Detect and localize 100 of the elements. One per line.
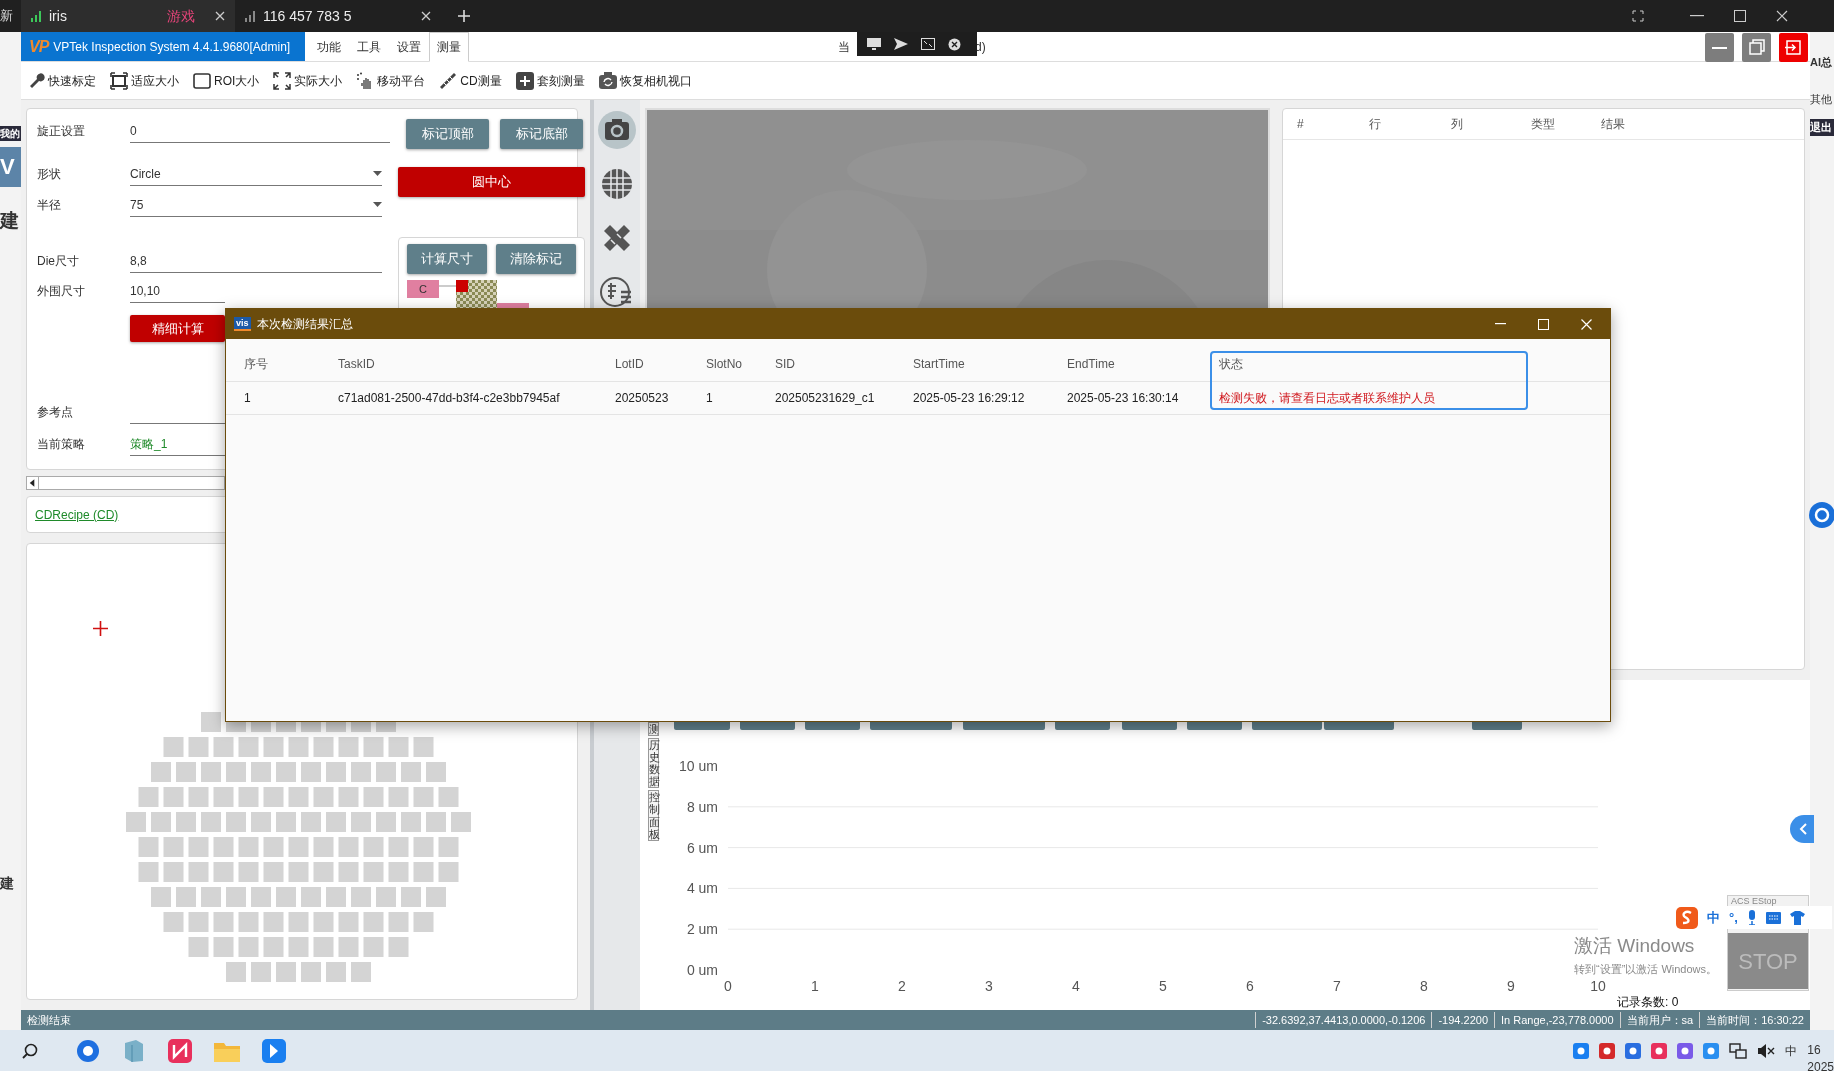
minimize-icon[interactable] — [1690, 15, 1704, 17]
status-text: 当前用户：sa — [1619, 1011, 1700, 1029]
table-cell: 1 — [688, 381, 757, 415]
toolbar-button[interactable]: 移动平台 — [356, 71, 426, 90]
column-header: 类型 — [1517, 109, 1587, 140]
field-label: 半径 — [37, 197, 62, 214]
ime-mode[interactable]: 中 — [1707, 907, 1720, 928]
column-header: 结果 — [1587, 109, 1804, 140]
expand-icon — [273, 71, 292, 90]
table-cell: 2025-05-23 16:29:12 — [895, 381, 1049, 415]
caret-icon — [373, 171, 382, 176]
column-header: EndTime — [1049, 347, 1201, 382]
input-field[interactable]: 0 — [130, 119, 390, 143]
dropdown-field[interactable]: 75 — [130, 193, 382, 217]
side-tab[interactable]: 历史数据 — [648, 738, 659, 789]
toolbar-button[interactable]: 快速标定 — [27, 71, 96, 90]
browser-tab[interactable]: iris 游戏 — [21, 0, 235, 32]
close-icon[interactable] — [215, 11, 225, 21]
clock[interactable]: 16 2025 — [1807, 1041, 1834, 1071]
ime-punct[interactable]: °, — [1729, 907, 1738, 928]
desktop-text: V — [0, 147, 21, 187]
muted-speaker-icon[interactable] — [1757, 1042, 1776, 1059]
minimize-button[interactable] — [1705, 33, 1734, 62]
column-header: TaskID — [320, 347, 597, 382]
dropdown-field[interactable]: Circle — [130, 162, 382, 186]
menu-tab[interactable]: 测量 — [429, 32, 469, 62]
minimize-icon[interactable] — [1495, 323, 1506, 325]
monitor-icon[interactable] — [867, 38, 881, 50]
menu-tab[interactable]: 设置 — [389, 32, 429, 62]
calc-button[interactable]: 精细计算 — [130, 315, 225, 342]
field-label: Die尺寸 — [37, 253, 80, 270]
toolbar-button[interactable]: 适应大小 — [110, 71, 179, 90]
book-icon[interactable] — [122, 1038, 146, 1063]
field-label: 形状 — [37, 166, 62, 183]
collapse-tab-icon[interactable] — [1790, 815, 1814, 843]
column-header: LotID — [597, 347, 688, 382]
toolbar-button[interactable]: ROI大小 — [193, 71, 260, 90]
app-icon[interactable] — [262, 1038, 286, 1063]
toolbar-button[interactable]: 套刻测量 — [515, 71, 585, 90]
axis-label: 0 — [724, 978, 732, 994]
tray-app-icon[interactable] — [1625, 1042, 1642, 1059]
microphone-icon[interactable] — [1746, 910, 1757, 925]
mark-button[interactable]: 标记顶部 — [406, 119, 489, 149]
app-icon[interactable] — [168, 1038, 192, 1063]
tab-tag-text: 游戏 — [167, 6, 195, 26]
close-icon[interactable] — [1776, 10, 1788, 22]
close-icon[interactable] — [421, 11, 431, 21]
axis-label: 1 — [811, 978, 819, 994]
tray-app-icon[interactable] — [1573, 1042, 1590, 1059]
search-icon[interactable] — [22, 1042, 38, 1059]
status-text: -194.2200 — [1431, 1011, 1494, 1029]
ruler-icon — [439, 71, 458, 90]
restore-button[interactable] — [1742, 33, 1771, 62]
scroll-left-icon[interactable] — [27, 477, 39, 489]
status-text: In Range,-23,778.0000 — [1494, 1011, 1620, 1029]
axis-label: 6 um — [686, 839, 718, 856]
mark-button[interactable]: 标记底部 — [500, 119, 583, 149]
toolbar-button[interactable]: 恢复相机视口 — [598, 71, 692, 90]
app-logo: VP — [29, 36, 49, 57]
keyboard-icon[interactable] — [1765, 911, 1781, 924]
shirt-icon[interactable] — [1789, 910, 1805, 925]
axis-label: 10 — [1590, 978, 1606, 994]
recipe-link[interactable]: CDRecipe (CD) — [35, 505, 119, 524]
center-button[interactable]: 圆中心 — [398, 167, 585, 197]
tray-app-icon[interactable] — [1703, 1042, 1720, 1059]
resize-icon[interactable] — [921, 38, 935, 50]
ime-logo-icon[interactable] — [1676, 906, 1698, 929]
send-icon[interactable] — [894, 38, 908, 50]
axis-label: 8 um — [686, 798, 718, 815]
axis-label: 2 um — [686, 921, 718, 938]
new-tab-icon[interactable] — [457, 9, 471, 23]
scrollbar[interactable] — [26, 476, 225, 490]
axis-label: 9 — [1507, 978, 1515, 994]
ime-indicator[interactable]: 中 — [1785, 1041, 1798, 1060]
fullscreen-icon[interactable] — [1632, 10, 1644, 22]
browser-icon[interactable] — [76, 1038, 100, 1063]
close-icon[interactable] — [948, 37, 961, 51]
tray-app-icon[interactable] — [1599, 1042, 1616, 1059]
chat-bubble-icon[interactable] — [1808, 500, 1834, 530]
maximize-icon[interactable] — [1734, 10, 1746, 22]
input-field[interactable]: 8,8 — [130, 249, 382, 273]
input-field[interactable]: 10,10 — [130, 279, 225, 303]
side-tab[interactable]: 控制面板 — [648, 790, 659, 841]
toolbar-button[interactable]: 实际大小 — [273, 71, 343, 90]
axis-label: 10 um — [679, 758, 718, 774]
camera-icon[interactable] — [597, 110, 637, 150]
menu-tab[interactable]: 工具 — [349, 32, 389, 62]
tray-app-icon[interactable] — [1677, 1042, 1694, 1059]
menu-tab[interactable]: 功能 — [309, 32, 349, 62]
toolbar-button[interactable]: CD测量 — [439, 71, 502, 90]
axis-label: 5 — [1159, 978, 1167, 994]
size-button[interactable]: 清除标记 — [496, 244, 576, 274]
column-header: SID — [757, 347, 895, 382]
size-button[interactable]: 计算尺寸 — [407, 244, 487, 274]
tray-app-icon[interactable] — [1651, 1042, 1668, 1059]
browser-tab[interactable]: 116 457 783 5 — [235, 0, 441, 32]
activation-hint: 转到“设置”以激活 Windows。 — [1574, 961, 1717, 977]
signal-icon — [31, 10, 43, 22]
exit-button[interactable] — [1779, 33, 1808, 62]
network-icon[interactable] — [1729, 1042, 1748, 1059]
